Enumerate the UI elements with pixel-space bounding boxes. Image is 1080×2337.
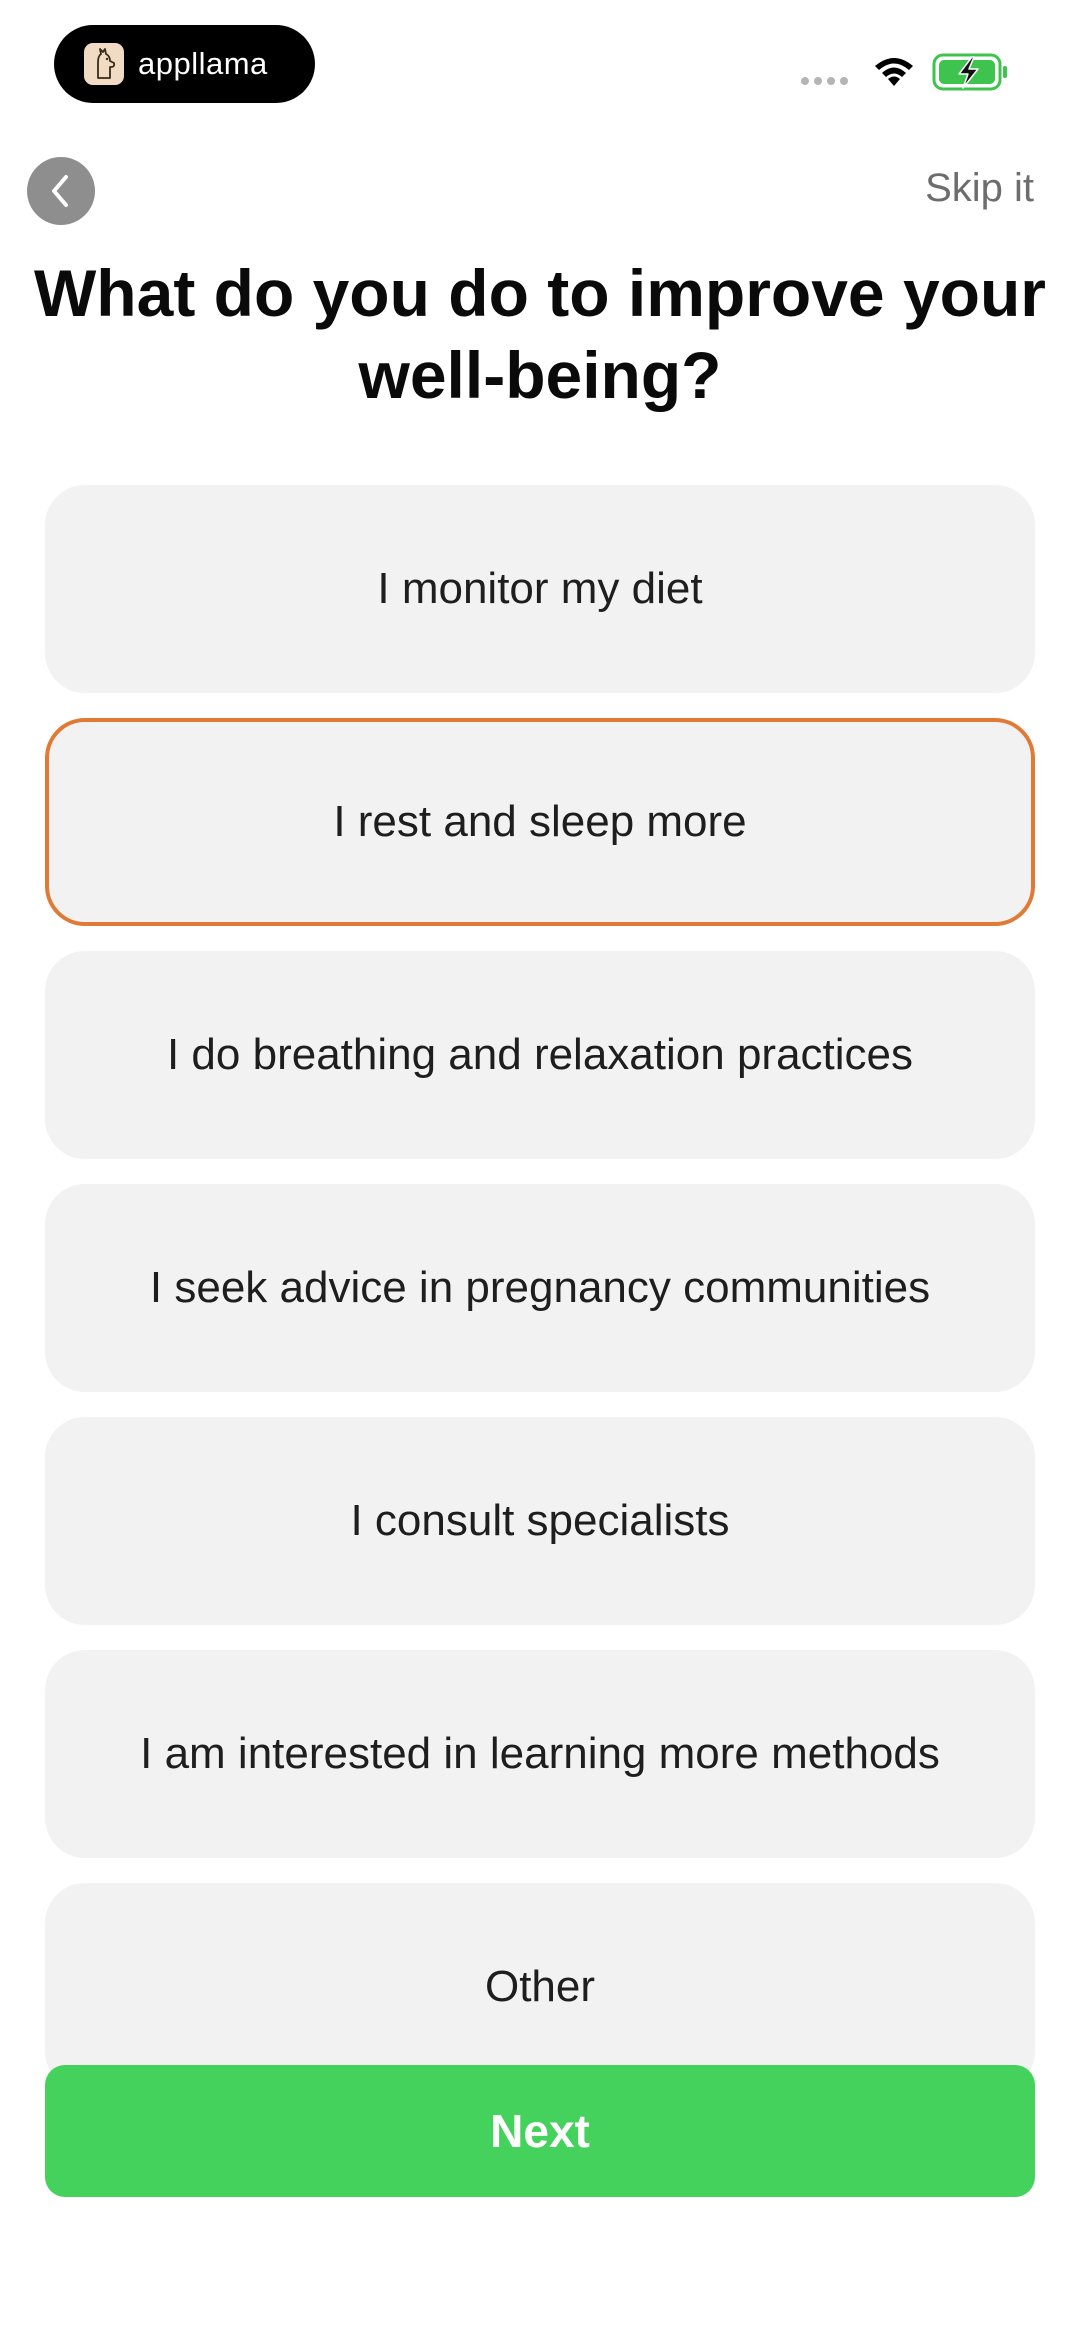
cellular-signal-icon [801,77,848,85]
option-rest-sleep[interactable]: I rest and sleep more [45,718,1035,926]
option-monitor-diet[interactable]: I monitor my diet [45,485,1035,693]
onboarding-screen: appllama Skip it What do you do to impro… [0,0,1080,2337]
option-consult-specialists[interactable]: I consult specialists [45,1417,1035,1625]
page-title: What do you do to improve your well-bein… [34,256,1046,412]
chevron-left-icon [52,175,68,207]
skip-button[interactable]: Skip it [925,166,1034,211]
back-button[interactable] [27,157,95,225]
wifi-icon [875,58,913,86]
option-pregnancy-communities[interactable]: I seek advice in pregnancy communities [45,1184,1035,1392]
status-icons [801,46,1010,98]
option-other[interactable]: Other [45,1883,1035,2091]
next-button[interactable]: Next [45,2065,1035,2197]
option-list: I monitor my diet I rest and sleep more … [45,485,1035,2116]
brand-pill: appllama [54,25,315,103]
battery-charging-icon [932,53,1007,91]
option-learn-more-methods[interactable]: I am interested in learning more methods [45,1650,1035,1858]
option-breathing-relaxation[interactable]: I do breathing and relaxation practices [45,951,1035,1159]
status-bar: appllama [0,0,1080,150]
brand-name: appllama [138,46,268,81]
llama-logo-icon [84,43,124,85]
